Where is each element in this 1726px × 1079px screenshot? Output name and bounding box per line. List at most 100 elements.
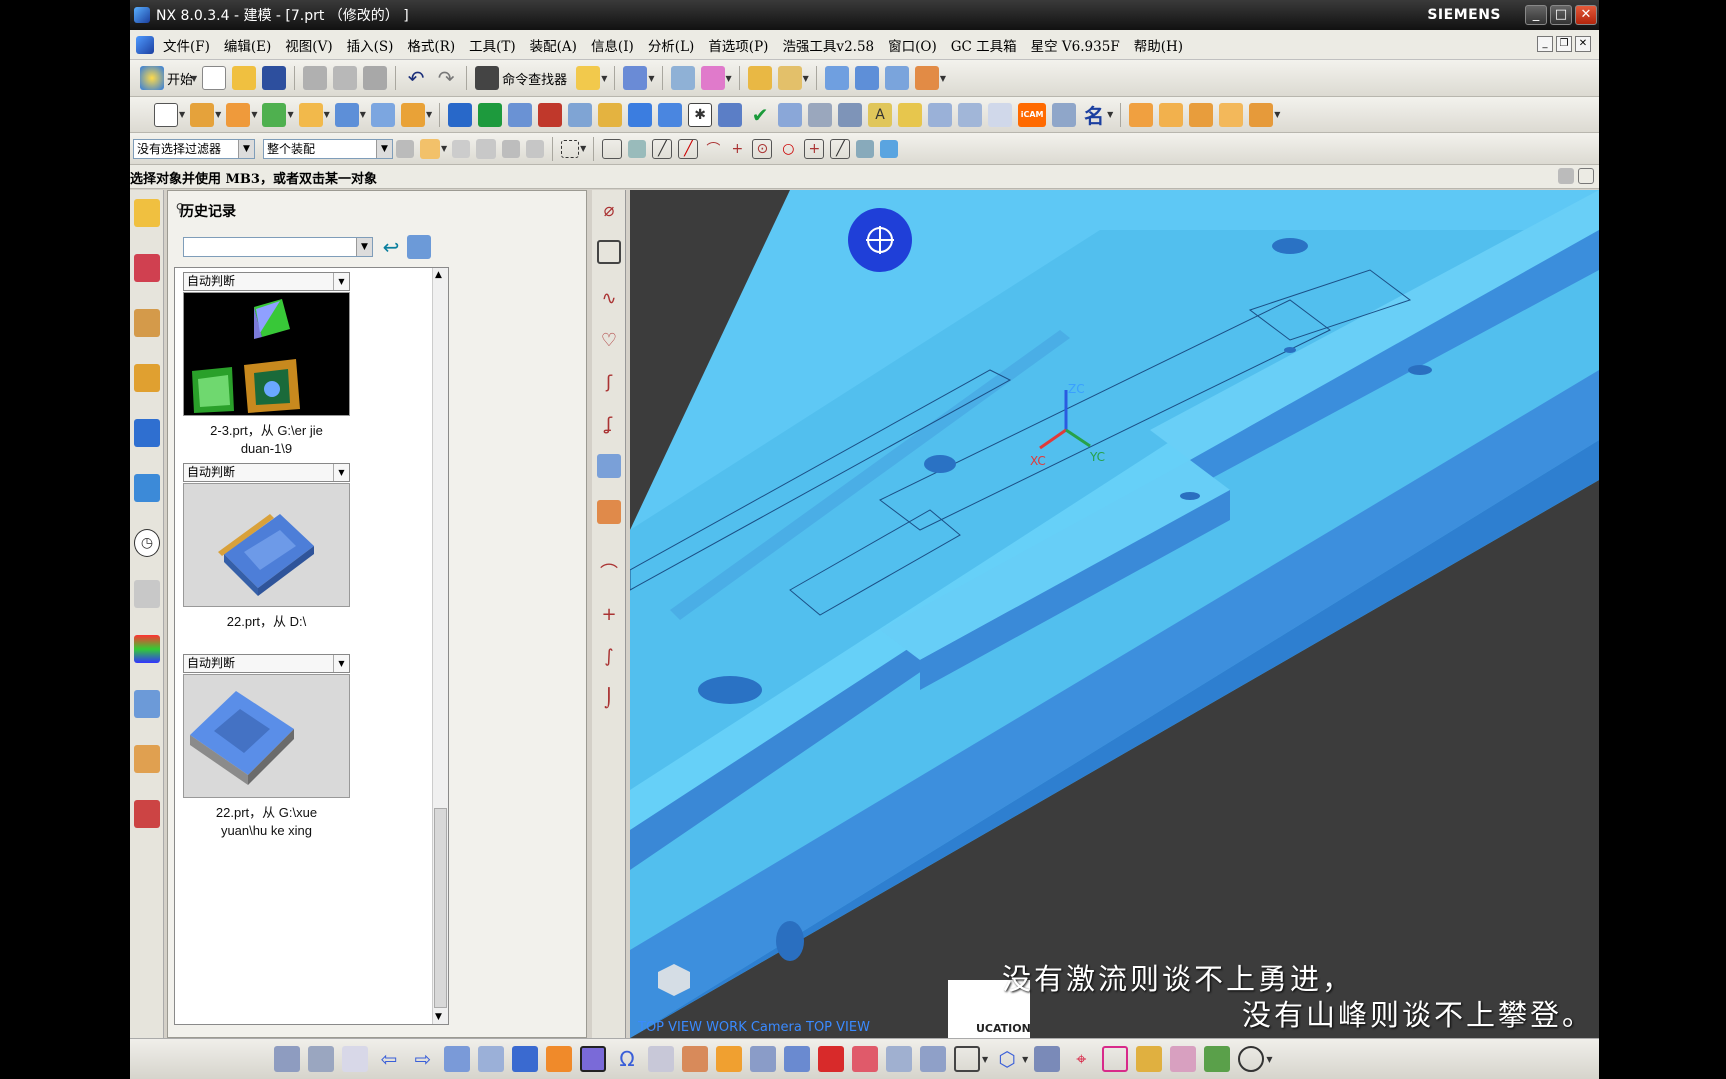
pattern-icon[interactable] (658, 102, 683, 127)
fit-icon[interactable] (308, 1046, 334, 1072)
part-navigator-icon[interactable] (134, 309, 160, 337)
square-icon[interactable] (954, 1046, 980, 1072)
open-folder-icon[interactable] (232, 66, 257, 90)
red-cube-icon[interactable] (818, 1046, 844, 1072)
fillet-curve-icon[interactable]: ♡ (597, 328, 621, 352)
crosshair-icon[interactable]: ⌖ (1068, 1046, 1094, 1072)
lamp-icon[interactable] (682, 1046, 708, 1072)
card-filter-combo[interactable]: 自动判断 ▼ (183, 272, 350, 291)
magnet-icon[interactable]: Ω (614, 1046, 640, 1072)
command-finder-button[interactable]: 命令查找器 (502, 69, 567, 88)
menu-gc-toolbox[interactable]: GC 工具箱 (944, 35, 1024, 55)
people-icon[interactable] (1052, 102, 1077, 127)
profile-icon[interactable]: ⌀ (597, 198, 621, 222)
menu-app-icon[interactable] (136, 35, 154, 54)
star-gear-icon[interactable] (838, 102, 863, 127)
pad-icon[interactable] (1249, 102, 1274, 127)
palette-icon[interactable] (134, 635, 160, 663)
snap-on-curve-icon[interactable]: ╱ (830, 138, 851, 159)
filter-settings-icon[interactable] (396, 139, 414, 158)
draft-analysis-icon[interactable] (914, 66, 939, 90)
history-preview-image[interactable] (183, 292, 350, 416)
web-browser-icon[interactable] (134, 419, 160, 447)
type-filter-select[interactable]: 没有选择过滤器 ▼ (133, 138, 255, 159)
icam-icon[interactable]: iCAM (1018, 102, 1047, 127)
select-edge-icon[interactable] (526, 139, 545, 158)
surface-analysis-icon[interactable] (824, 66, 849, 90)
point-set-icon[interactable] (718, 102, 743, 127)
menu-information[interactable]: 信息(I) (584, 35, 641, 55)
boss-icon[interactable] (1159, 102, 1184, 127)
scroll-up-icon[interactable]: ▲ (435, 270, 442, 280)
history-clock-icon[interactable]: ◷ (134, 529, 160, 557)
process-studio-icon[interactable] (134, 690, 160, 718)
sketch-icon[interactable] (154, 102, 178, 127)
scroll-down-icon[interactable]: ▼ (435, 1012, 442, 1022)
menu-tools[interactable]: 工具(T) (462, 35, 523, 55)
history-filter-combo[interactable]: ▼ (183, 237, 373, 257)
block-icon[interactable] (298, 102, 323, 127)
paste-icon[interactable] (363, 66, 388, 90)
snap-point-icon[interactable] (420, 138, 440, 159)
menu-edit[interactable]: 编辑(E) (217, 35, 278, 55)
corner-icon[interactable]: ⌡ (597, 686, 621, 710)
groove-icon[interactable] (1219, 102, 1244, 127)
studio-spline-icon[interactable]: ʆ (597, 412, 621, 436)
rectangle-select-icon[interactable] (561, 139, 580, 158)
copy-icon[interactable] (333, 66, 358, 90)
select-face-icon[interactable] (476, 138, 497, 159)
history-list[interactable]: ▲ ▼ 自动判断 ▼ 2-3.prt，从 G:\er jie duan-1\9 … (174, 267, 449, 1025)
book-open-icon[interactable] (784, 1046, 810, 1072)
revolve-icon[interactable] (226, 102, 251, 127)
frame-icon[interactable] (928, 102, 953, 127)
document-icon[interactable] (342, 1046, 368, 1072)
mirror-icon[interactable] (538, 102, 563, 127)
card-filter-combo[interactable]: 自动判断 ▼ (183, 463, 350, 482)
panel-layout-icon[interactable] (1558, 168, 1574, 184)
select-curve-icon[interactable] (502, 139, 521, 158)
pan-icon[interactable] (478, 1046, 504, 1072)
scroll-thumb[interactable] (434, 808, 447, 1008)
reflection-icon[interactable] (884, 66, 909, 90)
frame-select-icon[interactable] (1102, 1046, 1129, 1072)
book-icon[interactable] (508, 102, 533, 127)
start-icon[interactable] (140, 66, 164, 90)
snap-control-icon[interactable]: ⌒ (704, 139, 722, 159)
history-preview-image[interactable] (183, 483, 350, 607)
extrude-icon[interactable] (190, 102, 215, 127)
eraser-icon[interactable] (1170, 1046, 1197, 1072)
snap-end-icon[interactable] (628, 139, 647, 158)
assembly-navigator-icon[interactable] (134, 199, 160, 227)
cursor-icon[interactable] (988, 102, 1013, 127)
rectangle-icon[interactable] (597, 240, 621, 264)
measure-distance-icon[interactable] (747, 66, 772, 90)
pull-face-icon[interactable] (448, 102, 473, 127)
return-arrow-icon[interactable]: ↩ (379, 235, 403, 259)
intersect-icon[interactable]: + (597, 602, 621, 626)
menu-format[interactable]: 格式(R) (400, 35, 462, 55)
tree-icon[interactable] (778, 102, 803, 127)
gear-tree-icon[interactable] (808, 102, 833, 127)
new-file-icon[interactable] (202, 66, 227, 90)
snap-body-icon[interactable] (880, 139, 899, 158)
absolute-csys-icon[interactable] (274, 1046, 300, 1072)
zoom-icon[interactable] (512, 1046, 538, 1072)
datum-icon[interactable] (262, 102, 287, 127)
graphics-window[interactable]: ZC XC YC TOP VIEW WORK Camera TOP VIEW U… (630, 190, 1599, 1038)
panel-icon[interactable] (958, 102, 983, 127)
undo-icon[interactable]: ↶ (404, 66, 428, 90)
isometric-cube-icon[interactable] (580, 1046, 606, 1072)
image-view-icon[interactable] (407, 235, 431, 259)
project-curve-icon[interactable] (597, 500, 621, 524)
pocket-icon[interactable] (1129, 102, 1154, 127)
offset-face-icon[interactable] (400, 102, 425, 127)
wedge-icon[interactable] (852, 1046, 878, 1072)
assembly-scope-select[interactable]: 整个装配 ▼ (263, 138, 393, 159)
maximize-view-icon[interactable] (1578, 168, 1594, 184)
roles-icon[interactable] (134, 745, 160, 773)
mdi-minimize-button[interactable]: _ (1537, 36, 1553, 52)
mdi-restore-button[interactable]: ❐ (1556, 36, 1572, 52)
csys-icon[interactable] (700, 66, 725, 90)
snap-intersection-icon[interactable]: + (728, 139, 746, 159)
redo-icon[interactable]: ↷ (434, 66, 458, 90)
